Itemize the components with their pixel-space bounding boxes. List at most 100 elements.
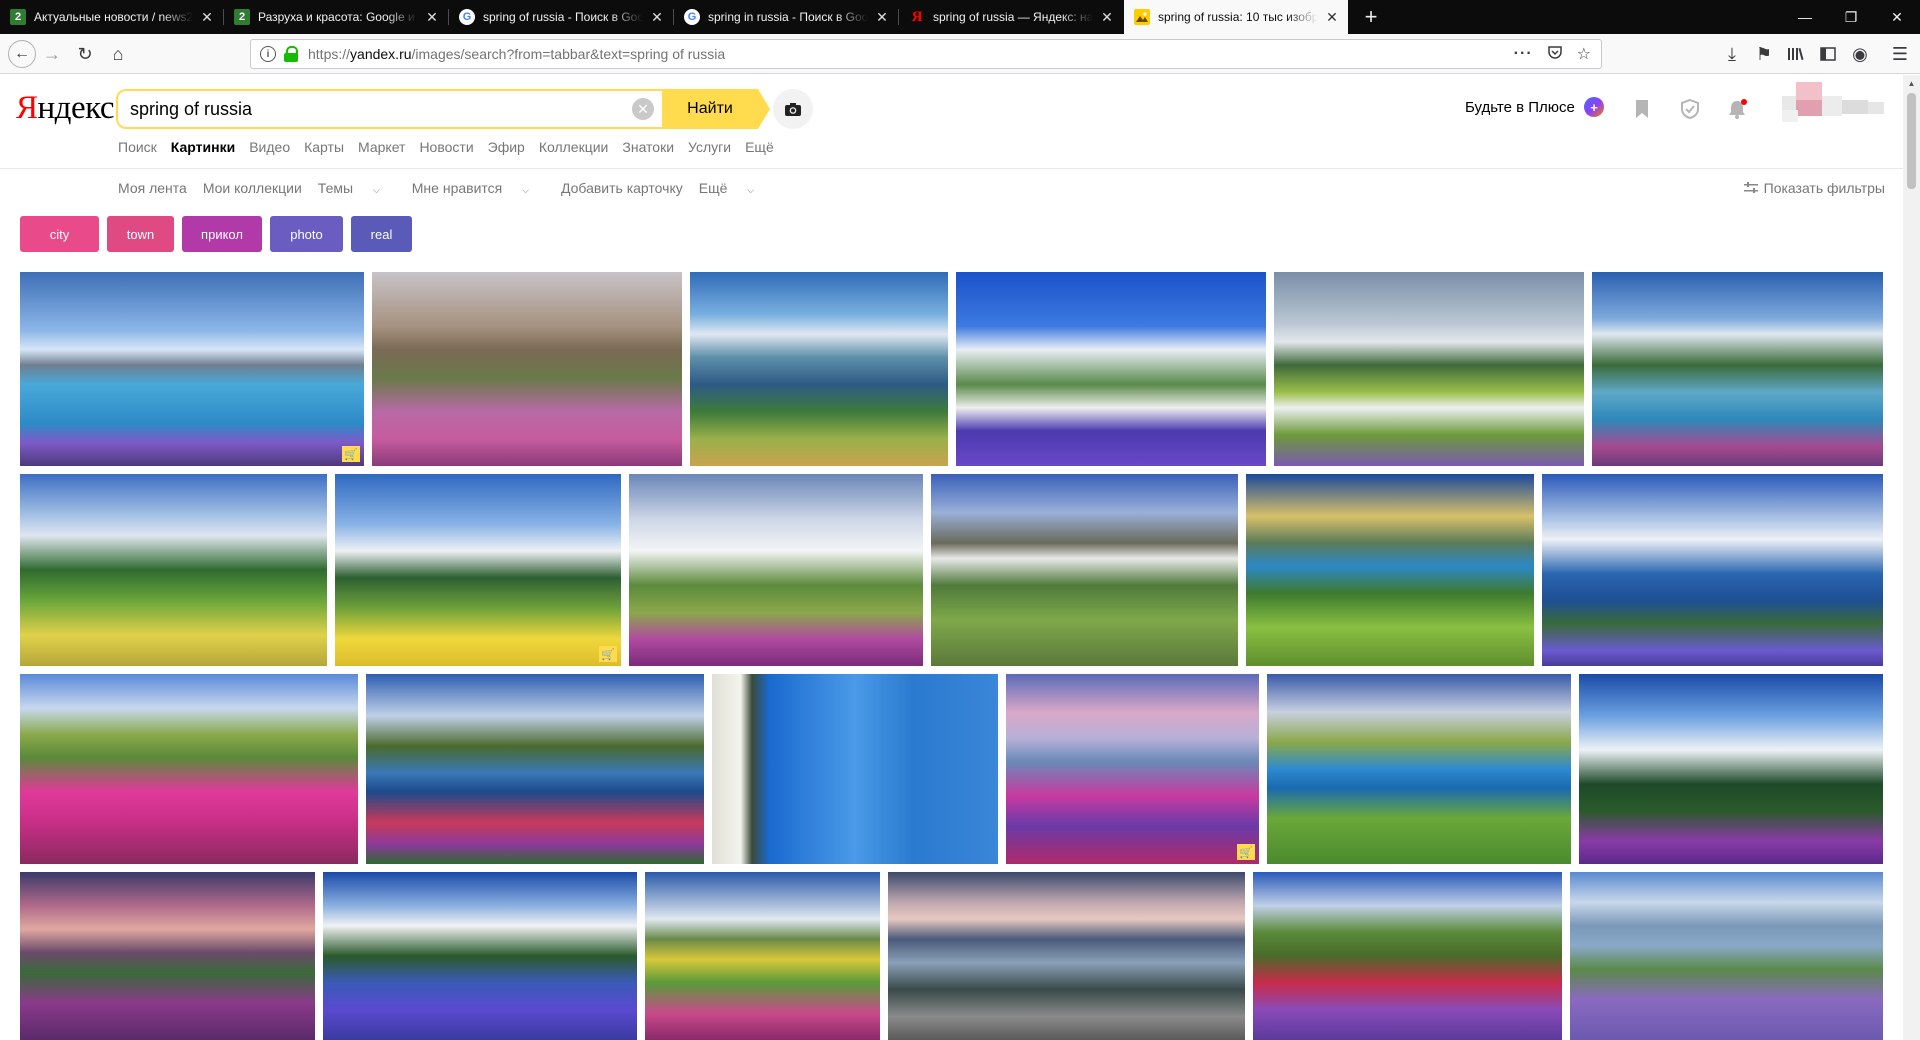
new-tab-button[interactable]: + [1356,0,1386,34]
tab-google-spring-of-russia[interactable]: G spring of russia - Поиск в Google ✕ [449,0,673,34]
tab-razrukha[interactable]: 2 Разруха и красота: Google и Яндекс ✕ [224,0,448,34]
tag-real[interactable]: real [351,216,412,252]
info-icon[interactable]: i [260,46,276,62]
add-card-link[interactable]: Добавить карточку [561,180,683,196]
plus-promo-link[interactable]: Будьте в Плюсе [1465,99,1575,116]
shopping-cart-icon: 🛒 [599,646,617,662]
service-news[interactable]: Новости [419,139,473,155]
bookmarks-toolbar-icon[interactable]: ⚑ [1752,42,1776,66]
sidebar-icon[interactable] [1816,42,1840,66]
image-result[interactable] [645,872,880,1040]
image-result[interactable] [1274,272,1584,466]
image-result[interactable] [1542,474,1883,666]
image-result[interactable]: 🛒 [1006,674,1259,864]
image-result[interactable] [956,272,1266,466]
more-dropdown[interactable]: Ещё ⌵ [699,180,770,196]
minimize-button[interactable]: — [1782,0,1828,34]
tag-prikol[interactable]: прикол [182,216,262,252]
lock-icon[interactable] [284,46,298,62]
plus-icon[interactable]: + [1584,97,1604,117]
image-result[interactable] [372,272,682,466]
chevron-down-icon: ⌵ [747,185,755,195]
close-icon[interactable]: ✕ [649,9,665,26]
services-nav: Поиск Картинки Видео Карты Маркет Новост… [118,139,788,155]
tab-yandex-images[interactable]: spring of russia: 10 тыс изображений ✕ [1124,0,1348,34]
url-bar[interactable]: i https://yandex.ru/images/search?from=t… [250,39,1602,69]
service-collections[interactable]: Коллекции [539,139,609,155]
service-more[interactable]: Ещё [745,139,774,155]
image-result[interactable]: 🛒 [20,272,364,466]
image-result[interactable] [323,872,637,1040]
service-znatoki[interactable]: Знатоки [622,139,674,155]
url-text[interactable]: https://yandex.ru/images/search?from=tab… [308,46,725,62]
scrollbar-thumb[interactable] [1907,93,1916,189]
page-scrollbar[interactable]: ▲ [1903,75,1920,1040]
google-icon: G [684,9,700,25]
service-uslugi[interactable]: Услуги [688,139,731,155]
tag-town[interactable]: town [107,216,174,252]
library-icon[interactable] [1784,42,1808,66]
close-icon[interactable]: ✕ [1099,9,1115,26]
service-video[interactable]: Видео [249,139,290,155]
scroll-up-arrow-icon[interactable]: ▲ [1903,75,1920,92]
download-icon[interactable]: ⤓ [1720,42,1744,66]
search-button[interactable]: Найти [662,89,770,129]
image-result[interactable] [20,872,315,1040]
close-icon[interactable]: ✕ [424,9,440,26]
images-subnav: Моя лента Мои коллекции Темы ⌵ Мне нрави… [118,180,786,196]
image-result[interactable] [20,674,358,864]
service-market[interactable]: Маркет [358,139,405,155]
image-result[interactable] [629,474,923,666]
image-result[interactable] [1579,674,1883,864]
clear-icon[interactable]: ✕ [632,98,654,120]
image-result[interactable]: 🛒 [335,474,621,666]
menu-icon[interactable]: ☰ [1888,42,1912,66]
image-result[interactable] [690,272,948,466]
service-maps[interactable]: Карты [304,139,344,155]
avatar[interactable] [1778,80,1888,132]
image-result[interactable] [888,872,1245,1040]
tab-google-spring-in-russia[interactable]: G spring in russia - Поиск в Google ✕ [674,0,898,34]
home-button[interactable]: ⌂ [106,42,130,66]
back-button[interactable]: ← [8,40,36,68]
image-result[interactable] [712,674,998,864]
bookmark-star-icon[interactable]: ☆ [1577,44,1591,64]
bookmarks-icon[interactable] [1630,97,1654,121]
yandex-logo[interactable]: Яндекс [16,90,114,127]
search-input[interactable] [130,98,632,120]
shield-icon[interactable] [1678,97,1702,121]
my-feed-link[interactable]: Моя лента [118,180,187,196]
image-result[interactable] [1253,872,1562,1040]
tag-photo[interactable]: photo [270,216,343,252]
image-result[interactable] [1592,272,1883,466]
service-search[interactable]: Поиск [118,139,157,155]
close-window-button[interactable]: ✕ [1874,0,1920,34]
show-filters-button[interactable]: Показать фильтры [1743,180,1885,196]
close-icon[interactable]: ✕ [199,9,215,26]
service-efir[interactable]: Эфир [488,139,525,155]
image-result[interactable] [931,474,1238,666]
tab-yandex-search[interactable]: Я spring of russia — Яндекс: нашлось ✕ [899,0,1123,34]
image-result[interactable] [1570,872,1883,1040]
reload-button[interactable]: ↻ [73,42,97,66]
my-collections-link[interactable]: Мои коллекции [203,180,302,196]
tab-strip: 2 Актуальные новости / news2.ru ✕ 2 Разр… [0,0,1920,34]
notifications-bell-icon[interactable] [1725,97,1749,121]
image-result[interactable] [366,674,704,864]
service-images[interactable]: Картинки [171,139,235,155]
forward-button[interactable]: → [40,42,64,66]
tab-news2[interactable]: 2 Актуальные новости / news2.ru ✕ [0,0,223,34]
close-icon[interactable]: ✕ [1324,9,1340,26]
pocket-icon[interactable] [1547,44,1563,65]
tag-city[interactable]: city [20,216,99,252]
close-icon[interactable]: ✕ [874,9,890,26]
image-result[interactable] [1246,474,1534,666]
liked-dropdown[interactable]: Мне нравится ⌵ [412,180,545,196]
image-result[interactable] [1267,674,1571,864]
topics-dropdown[interactable]: Темы ⌵ [318,180,396,196]
restore-button[interactable]: ❐ [1828,0,1874,34]
image-result[interactable] [20,474,327,666]
account-icon[interactable]: ◉ [1848,42,1872,66]
camera-search-button[interactable] [773,89,813,129]
page-actions-icon[interactable]: ··· [1514,45,1533,63]
